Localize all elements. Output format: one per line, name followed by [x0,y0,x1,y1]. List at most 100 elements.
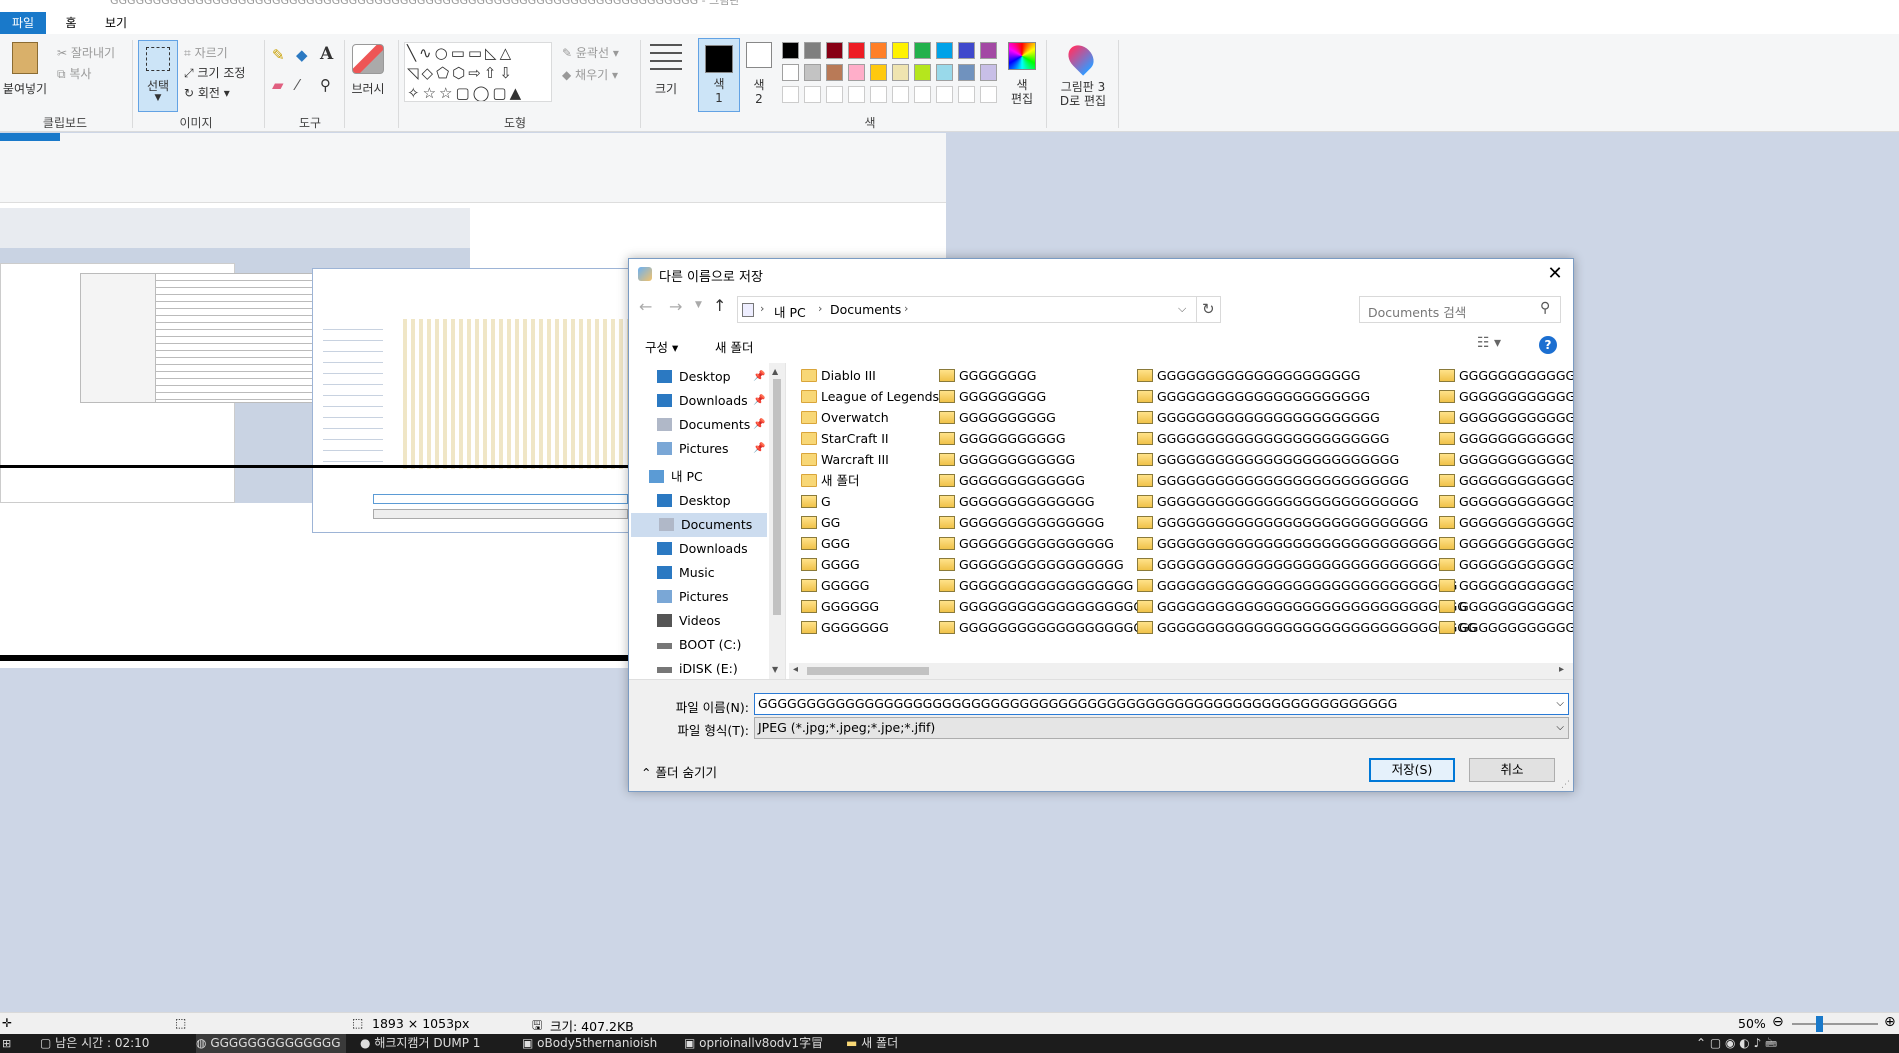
palette-swatch[interactable] [826,64,843,81]
palette-swatch-empty[interactable] [980,86,997,103]
text-icon[interactable]: A [320,44,333,64]
select-button[interactable]: 선택 ▼ [138,40,178,112]
filename-input[interactable]: GGGGGGGGGGGGGGGGGGGGGGGGGGGGGGGGGGGGGGGG… [754,693,1569,715]
breadcrumb-pc[interactable]: 내 PC [774,302,806,321]
color1-button[interactable]: 색 1 [698,38,740,112]
close-icon[interactable]: ✕ [1543,262,1567,286]
taskbar-item-folder[interactable]: ▬ 새 폴더 [846,1034,946,1053]
nav-scroll-thumb[interactable] [773,379,781,615]
forward-icon[interactable]: → [669,297,682,316]
system-tray[interactable]: ⌃ ▢ ◉ ◐ ♪ 🖮 [1696,1034,1816,1053]
brush-button[interactable]: 브러시 [345,80,391,97]
nav-scrollbar[interactable]: ▲ ▼ [769,363,785,679]
new-folder-button[interactable]: 새 폴더 [715,337,753,356]
nav-item-documents[interactable]: Documents [631,513,767,537]
palette-swatch[interactable] [914,64,931,81]
palette-swatch[interactable] [914,42,931,59]
search-input[interactable]: Documents 검색 ⚲ [1359,296,1561,323]
palette-swatch-empty[interactable] [892,86,909,103]
palette-swatch-empty[interactable] [782,86,799,103]
palette-swatch-empty[interactable] [936,86,953,103]
palette-swatch-empty[interactable] [914,86,931,103]
address-dropdown-icon[interactable]: ⌵ [1178,302,1186,316]
filename-dropdown-icon[interactable]: ⌵ [1556,694,1564,714]
palette-swatch[interactable] [804,64,821,81]
nav-item-music[interactable]: Music [629,561,779,585]
organize-button[interactable]: 구성 ▾ [645,337,678,356]
fill-icon[interactable]: ◆ [296,46,308,64]
size-button[interactable]: 크기 [648,80,684,97]
palette-swatch[interactable] [980,64,997,81]
nav-item-documents[interactable]: Documents 📌 [629,413,779,437]
nav-item-pictures[interactable]: Pictures [629,585,779,609]
nav-item-내-pc[interactable]: 내 PC [629,465,779,489]
palette-swatch[interactable] [892,64,909,81]
edit-colors-button[interactable]: 색 편집 [1004,78,1040,106]
start-icon[interactable]: ⊞ [2,1034,14,1053]
brush-icon[interactable] [352,44,384,74]
crop-button[interactable]: ⌗ 자르기 [184,44,228,61]
tab-file[interactable]: 파일 [0,12,46,34]
palette-swatch[interactable] [782,42,799,59]
palette-swatch-empty[interactable] [848,86,865,103]
palette-swatch[interactable] [892,42,909,59]
color-palette[interactable] [782,42,1002,108]
eraser-icon[interactable]: ▰ [272,76,284,94]
filetype-select[interactable]: JPEG (*.jpg;*.jpeg;*.jpe;*.jfif) ⌵ [754,717,1569,739]
palette-swatch[interactable] [848,64,865,81]
file-hscrollbar[interactable]: ◂ ▸ [789,663,1573,679]
palette-swatch-empty[interactable] [958,86,975,103]
rotate-button[interactable]: ↻ 회전 ▾ [184,84,230,101]
search-icon[interactable]: ⚲ [1540,300,1550,316]
nav-item-downloads[interactable]: Downloads [629,537,779,561]
palette-swatch[interactable] [848,42,865,59]
scroll-down-icon[interactable]: ▼ [772,665,778,674]
scroll-up-icon[interactable]: ▲ [772,367,778,376]
up-icon[interactable]: ↑ [713,296,726,315]
save-button[interactable]: 저장(S) [1369,758,1455,782]
palette-swatch[interactable] [782,64,799,81]
palette-swatch[interactable] [958,42,975,59]
scroll-right-icon[interactable]: ▸ [1559,664,1564,675]
nav-item-boot-c-[interactable]: BOOT (C:) [629,633,779,657]
palette-swatch[interactable] [958,64,975,81]
copy-button[interactable]: ⧉ 복사 [57,65,91,82]
palette-swatch[interactable] [980,42,997,59]
scroll-left-icon[interactable]: ◂ [793,664,798,675]
filetype-dropdown-icon[interactable]: ⌵ [1556,718,1564,738]
refresh-icon[interactable]: ↻ [1202,300,1215,318]
palette-swatch[interactable] [936,42,953,59]
shapes-gallery[interactable]: ╲∿○▭▭◺△ ◹◇⬠⬡⇨⇧⇩ ✧☆☆▢◯▢▲ [404,42,552,102]
color-picker-icon[interactable]: ⁄ [296,76,299,94]
nav-item-desktop[interactable]: Desktop [629,489,779,513]
nav-item-idisk-e-[interactable]: iDISK (E:) [629,657,779,679]
paint3d-button[interactable]: 그림판 3 D로 편집 [1052,80,1114,108]
resize-grip-icon[interactable]: ⋰ [1561,780,1570,790]
breadcrumb-documents[interactable]: Documents [830,302,901,317]
cut-button[interactable]: ✂ 잘라내기 [57,44,115,61]
file-scroll-thumb[interactable] [807,667,929,675]
taskbar-item-3[interactable]: ● 해크지캠거 DUMP 1 [360,1034,500,1053]
palette-swatch[interactable] [870,42,887,59]
palette-swatch[interactable] [936,64,953,81]
resize-button[interactable]: ⤢ 크기 조정 [184,64,245,81]
taskbar-item-paint[interactable]: ◍ GGGGGGGGGGGGGG [196,1034,346,1053]
nav-item-videos[interactable]: Videos [629,609,779,633]
palette-swatch[interactable] [826,42,843,59]
back-icon[interactable]: ← [639,297,652,316]
tab-view[interactable]: 보기 [100,12,132,34]
palette-swatch-empty[interactable] [804,86,821,103]
nav-item-downloads[interactable]: Downloads 📌 [629,389,779,413]
zoom-out-icon[interactable]: ⊖ [1772,1014,1784,1030]
paste-button[interactable]: 붙여넣기 [0,80,50,97]
pencil-icon[interactable]: ✎ [272,46,285,64]
palette-swatch[interactable] [804,42,821,59]
taskbar-item-timer[interactable]: ▢ 남은 시간 : 02:10 [40,1034,160,1053]
magnifier-icon[interactable]: ⚲ [320,76,331,94]
edit-colors-icon[interactable] [1008,42,1036,70]
tab-home[interactable]: 홈 [56,12,86,34]
color2-swatch[interactable] [746,42,772,68]
palette-swatch-empty[interactable] [870,86,887,103]
size-icon[interactable] [650,44,682,74]
taskbar-item-4[interactable]: ▣ oBody5thernanioish [522,1034,662,1053]
